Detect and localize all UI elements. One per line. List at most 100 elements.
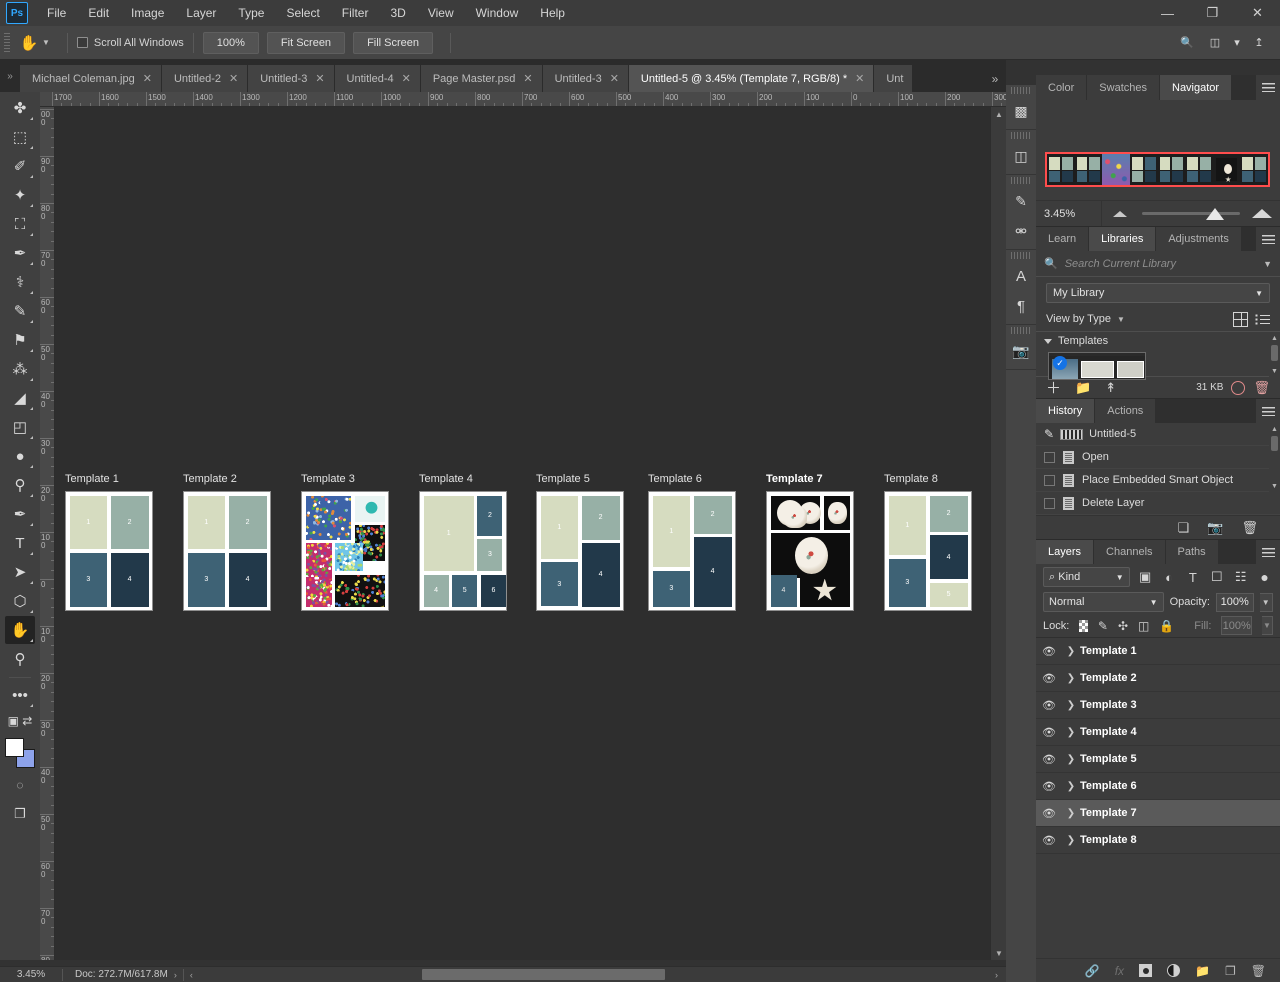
close-icon[interactable]: ✕ (402, 72, 411, 85)
template-cell-2[interactable]: 2 (930, 496, 968, 532)
navigator-zoom-value[interactable]: 3.45% (1036, 201, 1102, 227)
shape-filter-icon[interactable]: ☐ (1208, 569, 1225, 585)
template-cell-3[interactable]: 3 (188, 553, 226, 607)
scroll-down-icon[interactable]: ▼ (1269, 365, 1280, 377)
link-layers-icon[interactable]: 🔗 (1085, 964, 1100, 978)
tab-paths[interactable]: Paths (1166, 540, 1219, 564)
tab-history[interactable]: History (1036, 399, 1095, 423)
chevron-down-icon[interactable]: ▾ (1230, 30, 1244, 56)
tab-libraries[interactable]: Libraries (1089, 227, 1156, 251)
scrollbar-thumb[interactable] (422, 969, 665, 980)
scrollbar-thumb[interactable] (1271, 436, 1278, 451)
close-button[interactable]: ✕ (1235, 0, 1280, 26)
eye-icon[interactable]: 👁 (1036, 699, 1062, 712)
canvas-template-1[interactable]: Template 11234 (65, 473, 153, 611)
eyedropper-tool[interactable]: ✒ (5, 239, 35, 267)
list-view-icon[interactable] (1255, 314, 1270, 325)
template-frame[interactable]: 1234 (536, 491, 624, 611)
horizontal-ruler[interactable]: 1700160015001400130012001100100090080070… (40, 92, 1006, 107)
edit-toolbar-ellipsis[interactable]: ••• (5, 681, 35, 709)
workspace-icon[interactable]: ◫ (1202, 30, 1228, 56)
layer-row[interactable]: 👁❯Template 6 (1036, 773, 1280, 800)
delete-icon[interactable]: 🗑 (1241, 520, 1258, 536)
canvas-vertical-scrollbar[interactable]: ▲ ▼ (990, 107, 1006, 960)
gradient-tool[interactable]: ◰ (5, 413, 35, 441)
new-snapshot-icon[interactable]: ❏ (1178, 520, 1190, 536)
close-icon[interactable]: ✕ (315, 72, 324, 85)
canvas-template-5[interactable]: Template 51234 (536, 473, 624, 611)
history-scrollbar[interactable]: ▲ ▼ (1269, 423, 1280, 492)
add-layer-style-icon[interactable]: fx (1115, 964, 1124, 978)
tab-swatches[interactable]: Swatches (1087, 75, 1160, 100)
close-icon[interactable]: ✕ (523, 72, 532, 85)
share-icon[interactable]: ↥ (1246, 30, 1272, 56)
pen-tool[interactable]: ✒ (5, 500, 35, 528)
menu-item-type[interactable]: Type (227, 2, 275, 24)
fit-screen-button[interactable]: Fit Screen (267, 32, 345, 54)
new-group-icon[interactable]: 📁 (1195, 964, 1210, 978)
template-cell-4[interactable]: 4 (424, 575, 449, 607)
menu-item-layer[interactable]: Layer (175, 2, 227, 24)
dodge-tool[interactable]: ⚲ (5, 471, 35, 499)
navigator-panel-menu-icon[interactable] (1256, 75, 1280, 100)
scroll-down-icon[interactable]: ▼ (991, 946, 1007, 960)
template-cell-5[interactable]: 5 (930, 583, 968, 607)
scroll-down-icon[interactable]: ▼ (1269, 480, 1280, 492)
chevron-right-icon[interactable]: ❯ (1062, 808, 1080, 819)
document-canvas[interactable]: Template 11234Template 21234Template 3Te… (55, 107, 990, 960)
menu-item-help[interactable]: Help (529, 2, 576, 24)
new-fill-adjustment-icon[interactable] (1167, 964, 1180, 977)
template-cell-3[interactable]: 3 (70, 553, 108, 607)
canvas-template-3[interactable]: Template 3 (301, 473, 389, 611)
vertical-ruler[interactable]: 0009008007006005004003002001000100200300… (40, 107, 55, 960)
chevron-right-icon[interactable]: ❯ (1062, 646, 1080, 657)
crop-tool[interactable]: ⛶ (5, 210, 35, 238)
foreground-color-swatch[interactable] (5, 738, 24, 757)
artboard-lock-icon[interactable]: ◫ (1138, 619, 1149, 633)
scroll-right-icon[interactable]: › (995, 970, 1006, 980)
character-icon[interactable]: A (1006, 261, 1036, 291)
template-cell-5[interactable]: 5 (452, 575, 477, 607)
delete-icon[interactable]: 🗑 (1253, 380, 1270, 396)
template-cell-4[interactable]: 4 (930, 535, 968, 579)
library-item-thumbnail[interactable]: ✓ (1048, 352, 1146, 380)
zoom-in-icon[interactable] (1244, 209, 1280, 218)
brush-presets-icon[interactable]: ⚮ (1006, 216, 1036, 246)
canvas-template-6[interactable]: Template 61234 (648, 473, 736, 611)
layer-row[interactable]: 👁❯Template 3 (1036, 692, 1280, 719)
rectangle-tool[interactable]: ⬡ (5, 587, 35, 615)
panel-grip[interactable] (1011, 177, 1031, 184)
hand-tool-icon[interactable]: ✋ (16, 30, 42, 56)
close-icon[interactable]: ✕ (610, 72, 619, 85)
upload-icon[interactable]: ↟ (1105, 380, 1116, 396)
template-cell-2[interactable]: 2 (229, 496, 267, 550)
add-layer-mask-icon[interactable] (1139, 964, 1152, 977)
navigator-preview[interactable] (1036, 100, 1280, 200)
layers-panel-menu-icon[interactable] (1256, 540, 1280, 565)
paragraph-icon[interactable]: ¶ (1006, 291, 1036, 321)
document-tab-0[interactable]: Michael Coleman.jpg✕ (20, 65, 162, 92)
creative-cloud-icon[interactable] (1231, 381, 1245, 395)
tab-color[interactable]: Color (1036, 75, 1087, 100)
template-frame[interactable]: 4 (766, 491, 854, 611)
chevron-right-icon[interactable]: ❯ (1062, 754, 1080, 765)
template-cell-1[interactable]: 1 (70, 496, 108, 550)
history-checkbox[interactable] (1044, 498, 1055, 509)
tab-actions[interactable]: Actions (1095, 399, 1156, 423)
eye-icon[interactable]: 👁 (1036, 834, 1062, 847)
layer-row[interactable]: 👁❯Template 2 (1036, 665, 1280, 692)
history-checkbox[interactable] (1044, 475, 1055, 486)
template-frame[interactable]: 12345 (884, 491, 972, 611)
eye-icon[interactable]: 👁 (1036, 780, 1062, 793)
layer-row[interactable]: 👁❯Template 4 (1036, 719, 1280, 746)
template-cell-2[interactable]: 2 (694, 496, 732, 534)
document-tab-3[interactable]: Untitled-4✕ (335, 65, 421, 92)
template-cell-1[interactable]: 1 (424, 496, 474, 571)
grid-view-icon[interactable] (1233, 312, 1248, 327)
canvas-template-7[interactable]: Template 74 (766, 473, 854, 611)
opacity-value[interactable]: 100% (1216, 593, 1254, 612)
chevron-right-icon[interactable]: ❯ (1062, 835, 1080, 846)
position-lock-icon[interactable]: ✣ (1118, 619, 1128, 633)
tab-channels[interactable]: Channels (1094, 540, 1165, 564)
hand-tool[interactable]: ✋ (5, 616, 35, 644)
